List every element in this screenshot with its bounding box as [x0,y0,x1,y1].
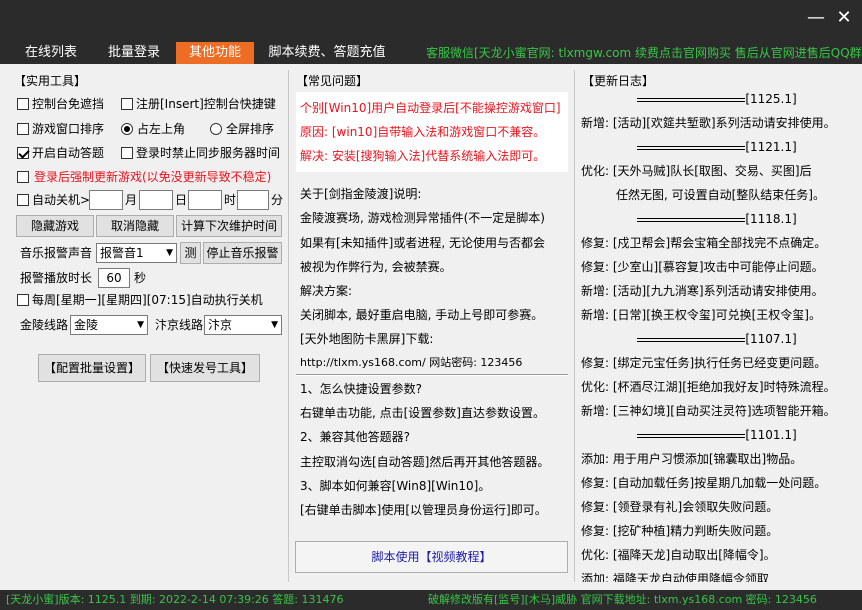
log-date: [1107.1] [745,332,797,346]
version-status: [天龙小蜜]版本: 1125.1 到期: 2022-2-14 07:39:26 … [6,593,344,606]
status-bar: [天龙小蜜]版本: 1125.1 到期: 2022-2-14 07:39:26 … [0,590,862,610]
log-divider [637,97,746,102]
log-item: 修复: [绑定元宝任务]执行任务已经变更问题。 [581,356,827,370]
log-date: [1101.1] [745,428,797,442]
log-item: 修复: [领登录有礼]会领取失败问题。 [581,500,779,514]
log-divider [637,217,746,222]
log-item: 新增: [日常][换王权令玺]可兑换[王权令玺]。 [581,308,821,322]
log-item: 添加: 福降天龙自动使用降幅令领取 [581,572,769,582]
download-warning: 破解修改版有[监号][木马]威胁 官网下载地址: tlxm.ys168.com … [428,593,817,606]
log-divider [637,337,746,342]
log-item: 新增: [三神幻境][自动买注灵符]选项智能开箱。 [581,404,836,418]
log-date-header: [1107.1] [581,332,853,346]
update-log: [1125.1] 新增: [活动][欢筵共堑歌]系列活动请安排使用。 [1121.1… [0,0,862,582]
log-item: 优化: [杯酒尽江湖][拒绝加我好友]时特殊流程。 [581,380,836,394]
log-item: 添加: 用于用户习惯添加[锦囊取出]物品。 [581,452,803,466]
log-date-header: [1125.1] [581,92,853,106]
log-item: 修复: [自动加载任务]按星期几加载一处问题。 [581,476,827,490]
log-item: 任然无图, 可设置自动[整队结束任务]。 [616,188,825,202]
log-item: 修复: [戍卫帮会]帮会宝箱全部找完不点确定。 [581,236,827,250]
log-date-header: [1118.1] [581,212,853,226]
log-date: [1118.1] [745,212,797,226]
log-item: 修复: [少室山][慕容复]攻击中可能停止问题。 [581,260,824,274]
log-date-header: [1101.1] [581,428,853,442]
log-item: 新增: [活动][欢筵共堑歌]系列活动请安排使用。 [581,116,836,130]
log-item: 优化: [天外马贼]队长[取图、交易、买图]后 [581,164,812,178]
log-item: 优化: [福降天龙]自动取出[降幅令]。 [581,548,776,562]
log-date: [1121.1] [745,140,797,154]
log-date-header: [1121.1] [581,140,853,154]
log-divider [637,145,746,150]
log-divider [637,433,746,438]
log-item: 修复: [挖矿种植]精力判断失败问题。 [581,524,779,538]
log-item: 新增: [活动][九九消寒]系列活动请安排使用。 [581,284,824,298]
log-date: [1125.1] [745,92,797,106]
